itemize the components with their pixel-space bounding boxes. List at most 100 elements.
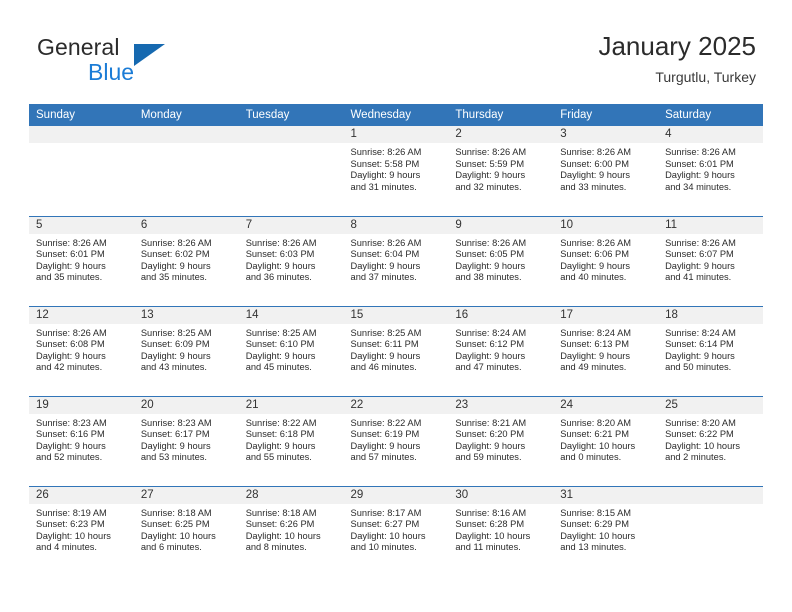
daylight-text-line2: and 4 minutes.: [36, 542, 97, 553]
day-number: [29, 126, 134, 143]
calendar-week-row: 26 Sunrise: 8:19 AM Sunset: 6:23 PM Dayligh…: [29, 485, 763, 576]
day-number: [238, 126, 344, 143]
calendar-day-cell[interactable]: 8 Sunrise: 8:26 AM Sunset: 6:04 PM Daylight…: [343, 215, 449, 306]
sunset-text: Sunset: 6:11 PM: [350, 339, 419, 350]
daylight-text-line1: Daylight: 9 hours: [350, 350, 421, 361]
sunrise-text: Sunrise: 8:23 AM: [140, 417, 212, 428]
daylight-text-line2: and 50 minutes.: [665, 362, 732, 373]
calendar-day-cell[interactable]: 31 Sunrise: 8:15 AM Sunset: 6:29 PM Dayligh…: [553, 485, 659, 576]
sunrise-text: Sunrise: 8:25 AM: [350, 327, 422, 338]
daylight-text-line2: and 59 minutes.: [455, 452, 522, 463]
day-details: Sunrise: 8:25 AM Sunset: 6:10 PM Daylight:…: [239, 324, 344, 374]
daylight-text-line1: Daylight: 9 hours: [665, 260, 735, 271]
calendar-day-cell[interactable]: 27 Sunrise: 8:18 AM Sunset: 6:25 PM Dayligh…: [133, 485, 239, 576]
sunset-text: Sunset: 6:28 PM: [455, 519, 525, 530]
calendar-day-cell[interactable]: 2 Sunrise: 8:26 AM Sunset: 5:59 PM Daylight…: [448, 126, 554, 216]
calendar-day-cell[interactable]: 21 Sunrise: 8:22 AM Sunset: 6:18 PM Dayligh…: [238, 395, 344, 486]
sunrise-text: Sunrise: 8:18 AM: [140, 507, 212, 518]
sunset-text: Sunset: 6:27 PM: [350, 519, 420, 530]
title-block: January 2025 Turgutlu, Turkey: [598, 30, 756, 87]
calendar-day-cell[interactable]: 25 Sunrise: 8:20 AM Sunset: 6:22 PM Dayligh…: [658, 395, 763, 486]
day-number: 18: [658, 306, 763, 324]
day-number: 6: [133, 216, 239, 234]
day-number: 4: [658, 126, 763, 143]
daylight-text-line1: Daylight: 9 hours: [455, 260, 526, 271]
sunrise-text: Sunrise: 8:26 AM: [665, 237, 736, 248]
sunset-text: Sunset: 6:09 PM: [140, 339, 210, 350]
calendar-day-cell[interactable]: 1 Sunrise: 8:26 AM Sunset: 5:58 PM Daylight…: [343, 126, 449, 216]
calendar-day-cell[interactable]: 26 Sunrise: 8:19 AM Sunset: 6:23 PM Dayligh…: [29, 485, 134, 576]
calendar-day-cell[interactable]: 13 Sunrise: 8:25 AM Sunset: 6:09 PM Dayligh…: [133, 305, 239, 396]
calendar-day-cell[interactable]: 14 Sunrise: 8:25 AM Sunset: 6:10 PM Dayligh…: [238, 305, 344, 396]
day-number: [133, 126, 239, 143]
daylight-text-line1: Daylight: 10 hours: [36, 530, 111, 541]
sunset-text: Sunset: 6:19 PM: [350, 429, 420, 440]
day-details: Sunrise: 8:20 AM Sunset: 6:22 PM Daylight:…: [658, 414, 763, 464]
daylight-text-line2: and 6 minutes.: [140, 542, 202, 553]
calendar-day-cell[interactable]: 20 Sunrise: 8:23 AM Sunset: 6:17 PM Dayligh…: [133, 395, 239, 486]
daylight-text-line1: Daylight: 10 hours: [560, 530, 636, 541]
day-details: Sunrise: 8:23 AM Sunset: 6:17 PM Daylight:…: [134, 414, 239, 464]
calendar-day-cell[interactable]: 11 Sunrise: 8:26 AM Sunset: 6:07 PM Dayligh…: [658, 215, 763, 306]
day-number: 23: [448, 396, 554, 414]
sunset-text: Sunset: 6:05 PM: [455, 249, 525, 260]
day-details: Sunrise: 8:26 AM Sunset: 6:01 PM Daylight:…: [29, 234, 134, 284]
calendar-day-cell[interactable]: 7 Sunrise: 8:26 AM Sunset: 6:03 PM Daylight…: [238, 215, 344, 306]
daylight-text-line2: and 35 minutes.: [36, 272, 103, 283]
daylight-text-line2: and 42 minutes.: [36, 362, 103, 373]
sunrise-text: Sunrise: 8:25 AM: [245, 327, 317, 338]
daylight-text-line2: and 37 minutes.: [350, 272, 417, 283]
day-details: Sunrise: 8:18 AM Sunset: 6:25 PM Daylight:…: [134, 504, 239, 554]
daylight-text-line2: and 13 minutes.: [560, 542, 627, 553]
calendar-day-cell[interactable]: 6 Sunrise: 8:26 AM Sunset: 6:02 PM Daylight…: [133, 215, 239, 306]
day-number: 10: [553, 216, 659, 234]
day-details: Sunrise: 8:22 AM Sunset: 6:19 PM Daylight:…: [344, 414, 449, 464]
day-details: Sunrise: 8:25 AM Sunset: 6:11 PM Daylight:…: [344, 324, 449, 374]
day-number: 13: [133, 306, 239, 324]
calendar-day-cell[interactable]: 30 Sunrise: 8:16 AM Sunset: 6:28 PM Dayligh…: [448, 485, 554, 576]
calendar-day-cell[interactable]: 15 Sunrise: 8:25 AM Sunset: 6:11 PM Dayligh…: [343, 305, 449, 396]
sunrise-text: Sunrise: 8:26 AM: [245, 237, 317, 248]
daylight-text-line1: Daylight: 9 hours: [350, 170, 421, 181]
calendar-day-cell[interactable]: 19 Sunrise: 8:23 AM Sunset: 6:16 PM Dayligh…: [29, 395, 134, 486]
calendar-day-cell[interactable]: 29 Sunrise: 8:17 AM Sunset: 6:27 PM Dayligh…: [343, 485, 449, 576]
sunrise-text: Sunrise: 8:15 AM: [560, 507, 632, 518]
calendar-day-cell[interactable]: 22 Sunrise: 8:22 AM Sunset: 6:19 PM Dayligh…: [343, 395, 449, 486]
daylight-text-line2: and 33 minutes.: [560, 181, 627, 192]
day-details: Sunrise: 8:21 AM Sunset: 6:20 PM Daylight:…: [448, 414, 553, 464]
daylight-text-line1: Daylight: 9 hours: [560, 260, 630, 271]
daylight-text-line2: and 32 minutes.: [455, 181, 522, 192]
calendar-day-cell[interactable]: 18 Sunrise: 8:24 AM Sunset: 6:14 PM Dayligh…: [658, 305, 763, 396]
calendar-day-cell[interactable]: 16 Sunrise: 8:24 AM Sunset: 6:12 PM Dayligh…: [448, 305, 554, 396]
sunset-text: Sunset: 5:59 PM: [455, 158, 525, 169]
calendar-day-cell[interactable]: 9 Sunrise: 8:26 AM Sunset: 6:05 PM Daylight…: [448, 215, 554, 306]
calendar-week-row: 12 Sunrise: 8:26 AM Sunset: 6:08 PM Dayligh…: [29, 305, 763, 396]
daylight-text-line1: Daylight: 9 hours: [245, 260, 316, 271]
calendar-day-cell[interactable]: 4 Sunrise: 8:26 AM Sunset: 6:01 PM Daylight…: [658, 126, 763, 216]
day-details: Sunrise: 8:26 AM Sunset: 6:02 PM Daylight:…: [134, 234, 239, 284]
day-details: Sunrise: 8:24 AM Sunset: 6:12 PM Daylight:…: [448, 324, 553, 374]
calendar-day-cell[interactable]: 10 Sunrise: 8:26 AM Sunset: 6:06 PM Dayligh…: [553, 215, 659, 306]
sunrise-text: Sunrise: 8:26 AM: [455, 147, 527, 157]
day-number: 19: [29, 396, 134, 414]
calendar-day-cell[interactable]: 28 Sunrise: 8:18 AM Sunset: 6:26 PM Dayligh…: [238, 485, 344, 576]
calendar-day-cell[interactable]: 17 Sunrise: 8:24 AM Sunset: 6:13 PM Dayligh…: [553, 305, 659, 396]
page-title: January 2025: [598, 31, 756, 61]
day-number: 5: [29, 216, 134, 234]
daylight-text-line1: Daylight: 9 hours: [36, 260, 106, 271]
day-details: Sunrise: 8:19 AM Sunset: 6:23 PM Daylight:…: [29, 504, 134, 554]
weekday-header-monday: Monday: [133, 104, 239, 126]
calendar-day-cell[interactable]: 23 Sunrise: 8:21 AM Sunset: 6:20 PM Dayligh…: [448, 395, 554, 486]
sunrise-text: Sunrise: 8:26 AM: [560, 237, 632, 248]
sunrise-text: Sunrise: 8:25 AM: [140, 327, 212, 338]
daylight-text-line2: and 57 minutes.: [350, 452, 417, 463]
calendar-day-cell[interactable]: 24 Sunrise: 8:20 AM Sunset: 6:21 PM Dayligh…: [553, 395, 659, 486]
sunset-text: Sunset: 6:08 PM: [36, 339, 105, 350]
calendar-day-cell[interactable]: 3 Sunrise: 8:26 AM Sunset: 6:00 PM Daylight…: [553, 126, 659, 216]
calendar-day-cell[interactable]: 5 Sunrise: 8:26 AM Sunset: 6:01 PM Daylight…: [29, 215, 134, 306]
brand-logo[interactable]: General Blue: [37, 36, 237, 88]
calendar-day-cell[interactable]: 12 Sunrise: 8:26 AM Sunset: 6:08 PM Dayligh…: [29, 305, 134, 396]
sunrise-text: Sunrise: 8:16 AM: [455, 507, 527, 518]
day-number: 31: [553, 486, 659, 504]
weekday-header-wednesday: Wednesday: [343, 104, 449, 126]
